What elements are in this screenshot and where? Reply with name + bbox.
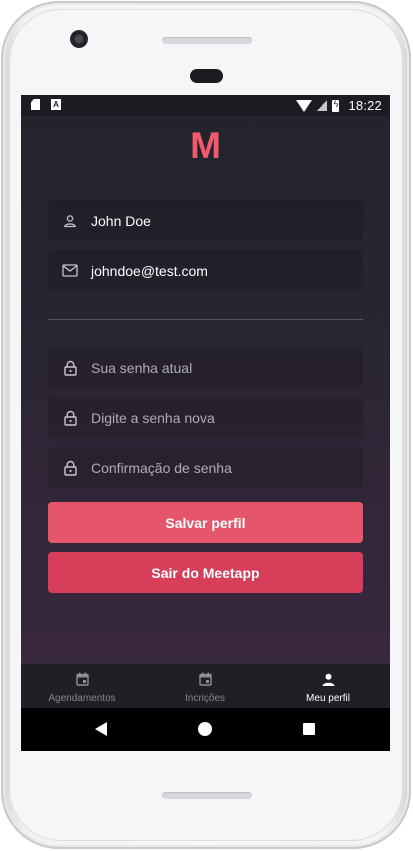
bottom-tab-bar: Agendamentos Incrições Meu perfil (21, 663, 390, 709)
current-password-field[interactable]: Sua senha atual (48, 347, 363, 388)
battery-charging-icon (332, 99, 340, 112)
sim-card-icon (31, 99, 40, 110)
name-field[interactable]: John Doe (48, 200, 363, 241)
wifi-icon (296, 100, 313, 112)
calendar-icon (198, 672, 212, 686)
recent-apps-icon[interactable] (303, 723, 315, 735)
app-logo: M (190, 125, 221, 166)
divider (48, 319, 363, 320)
confirm-password-placeholder: Confirmação de senha (91, 459, 232, 476)
home-icon[interactable] (198, 722, 212, 736)
bottom-speaker (162, 792, 252, 799)
front-camera (70, 30, 88, 48)
status-time: 18:22 (348, 98, 382, 113)
tab-meu-perfil[interactable]: Meu perfil (298, 664, 358, 709)
tab-agendamentos[interactable]: Agendamentos (41, 664, 123, 709)
back-icon[interactable] (95, 722, 107, 736)
calendar-icon (75, 672, 89, 686)
user-icon (62, 213, 78, 229)
top-speaker (162, 37, 252, 44)
earpiece (190, 69, 223, 83)
new-password-field[interactable]: Digite a senha nova (48, 397, 363, 438)
person-icon (321, 672, 335, 686)
android-nav-bar (21, 708, 390, 751)
lock-icon (62, 410, 78, 426)
current-password-placeholder: Sua senha atual (91, 359, 193, 376)
email-field[interactable]: johndoe@test.com (48, 250, 363, 291)
save-profile-button[interactable]: Salvar perfil (48, 502, 363, 543)
new-password-placeholder: Digite a senha nova (91, 409, 215, 426)
cell-signal-icon (317, 100, 328, 111)
confirm-password-field[interactable]: Confirmação de senha (48, 447, 363, 488)
logout-button[interactable]: Sair do Meetapp (48, 552, 363, 593)
tab-inscricoes[interactable]: Incrições (171, 664, 239, 709)
name-value: John Doe (91, 212, 151, 229)
lock-icon (62, 360, 78, 376)
tab-label: Incrições (184, 693, 225, 704)
status-bar: A 18:22 (21, 95, 390, 116)
email-value: johndoe@test.com (91, 262, 208, 279)
tab-label: Meu perfil (306, 693, 350, 704)
mail-icon (62, 263, 78, 279)
tab-label: Agendamentos (48, 693, 116, 704)
lock-icon (62, 460, 78, 476)
screen: A 18:22 M John Doe johndoe@test.com Sua … (21, 95, 390, 751)
notification-icon: A (51, 99, 61, 110)
